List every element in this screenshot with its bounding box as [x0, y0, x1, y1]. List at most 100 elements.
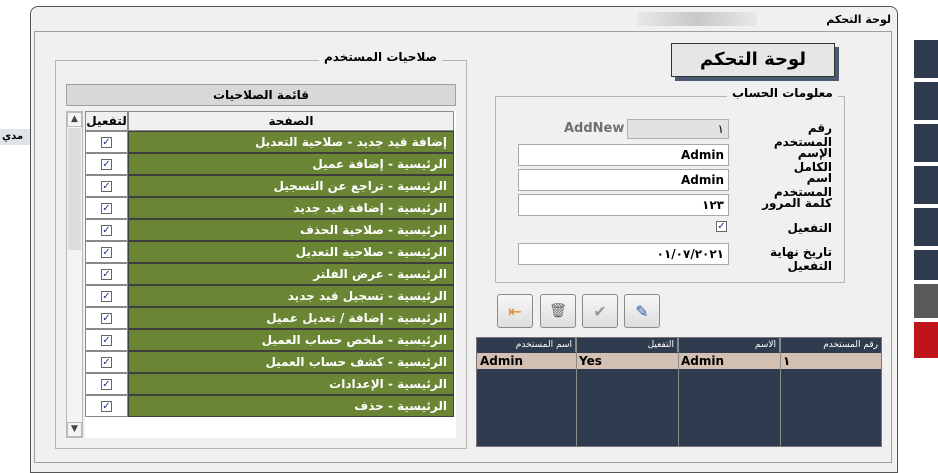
permission-checkbox[interactable]: ✓ [101, 335, 112, 346]
permission-active-cell[interactable]: ✓ [85, 395, 128, 417]
exit-button[interactable]: ⇤ [497, 294, 533, 328]
activation-checkbox[interactable]: ✓ [716, 221, 727, 232]
permission-active-cell[interactable]: ✓ [85, 219, 128, 241]
permission-page-cell[interactable]: الرئيسية - الإعدادات [128, 373, 454, 395]
permission-page-cell[interactable]: الرئيسية - صلاحية التعديل [128, 241, 454, 263]
permission-active-cell[interactable]: ✓ [85, 307, 128, 329]
permission-page-cell[interactable]: الرئيسية - تسجيل قيد جديد [128, 285, 454, 307]
permissions-grid[interactable]: لتفعيل الصفحة ✓ إضافة قيد جديد - صلاحية ا… [85, 111, 456, 438]
permission-active-cell[interactable]: ✓ [85, 175, 128, 197]
permission-active-cell[interactable]: ✓ [85, 241, 128, 263]
table-row[interactable]: ✓ الرئيسية - إضافة قيد جديد [85, 197, 454, 219]
edit-button[interactable]: ✎ [624, 294, 660, 328]
save-check-icon: ✔ [593, 301, 607, 321]
page-title: لوحة التحكم [671, 43, 835, 77]
password-label: كلمة المرور [762, 196, 832, 210]
table-row[interactable]: ✓ الرئيسية - عرض الفلتر [85, 263, 454, 285]
col-header-id[interactable]: رقم المستخدم [780, 338, 881, 352]
permission-checkbox[interactable]: ✓ [101, 313, 112, 324]
table-row[interactable]: ✓ الرئيسية - الإعدادات [85, 373, 454, 395]
username-label: اسم المستخدم [773, 171, 832, 199]
password-field[interactable]: ١٢٣ [518, 194, 729, 216]
edit-pencil-icon: ✎ [635, 301, 649, 321]
permission-active-cell[interactable]: ✓ [85, 263, 128, 285]
table-row[interactable]: ✓ الرئيسية - حذف [85, 395, 454, 417]
permission-active-cell[interactable]: ✓ [85, 131, 128, 153]
permission-page-cell[interactable]: الرئيسية - كشف حساب العميل [128, 351, 454, 373]
side-nav-item[interactable] [914, 124, 938, 162]
permissions-scrollbar[interactable]: ▲ ▼ [66, 111, 83, 438]
permission-page-cell[interactable]: إضافة قيد جديد - صلاحية التعديل [128, 131, 454, 153]
col-header-username[interactable]: اسم المستخدم [477, 338, 576, 352]
permission-checkbox[interactable]: ✓ [101, 137, 112, 148]
table-row[interactable]: ✓ الرئيسية - ملخص حساب العميل [85, 329, 454, 351]
scroll-down-icon[interactable]: ▼ [67, 422, 82, 437]
title-blurred-caption [637, 12, 757, 26]
side-nav-item[interactable] [914, 250, 938, 280]
table-row[interactable]: ✓ الرئيسية - تراجع عن التسجيل [85, 175, 454, 197]
table-row[interactable]: ✓ الرئيسية - كشف حساب العميل [85, 351, 454, 373]
side-nav-item[interactable] [914, 208, 938, 246]
scroll-thumb[interactable] [68, 128, 81, 250]
permission-page-cell[interactable]: الرئيسية - إضافة عميل [128, 153, 454, 175]
table-row[interactable]: ✓ إضافة قيد جديد - صلاحية التعديل [85, 131, 454, 153]
expiry-date-label: تاريخ نهاية التفعيل [770, 245, 832, 273]
table-row[interactable]: ✓ الرئيسية - إضافة / تعديل عميل [85, 307, 454, 329]
permission-checkbox[interactable]: ✓ [101, 357, 112, 368]
username-field[interactable]: Admin [518, 169, 729, 191]
permission-checkbox[interactable]: ✓ [101, 401, 112, 412]
permission-page-cell[interactable]: الرئيسية - حذف [128, 395, 454, 417]
scroll-up-icon[interactable]: ▲ [67, 112, 82, 127]
side-nav-item-red[interactable] [914, 322, 938, 358]
col-header-name[interactable]: الاسم [678, 338, 780, 352]
save-button[interactable]: ✔ [582, 294, 618, 328]
permission-active-cell[interactable]: ✓ [85, 373, 128, 395]
permission-active-cell[interactable]: ✓ [85, 197, 128, 219]
permission-checkbox[interactable]: ✓ [101, 181, 112, 192]
permission-active-cell[interactable]: ✓ [85, 153, 128, 175]
full-name-field[interactable]: Admin [518, 144, 729, 166]
delete-icon: 🗑 [549, 303, 567, 319]
cell-id[interactable]: ١ [780, 353, 881, 369]
side-nav-item[interactable] [914, 40, 938, 78]
expiry-date-field[interactable]: ٠١/٠٧/٢٠٢١ [518, 243, 729, 265]
table-row[interactable]: ✓ الرئيسية - تسجيل قيد جديد [85, 285, 454, 307]
permission-page-cell[interactable]: الرئيسية - تراجع عن التسجيل [128, 175, 454, 197]
permission-checkbox[interactable]: ✓ [101, 225, 112, 236]
full-name-label: الإسم الكامل [793, 146, 832, 174]
permission-checkbox[interactable]: ✓ [101, 269, 112, 280]
table-row[interactable]: ✓ الرئيسية - صلاحية الحذف [85, 219, 454, 241]
permission-page-cell[interactable]: الرئيسية - صلاحية الحذف [128, 219, 454, 241]
cell-username[interactable]: Admin [477, 353, 576, 369]
side-nav-item[interactable] [914, 166, 938, 204]
side-nav-item[interactable] [914, 82, 938, 120]
permissions-list-title: قائمة الصلاحيات [66, 84, 456, 106]
cell-active[interactable]: Yes [576, 353, 678, 369]
col-header-activate[interactable]: لتفعيل [85, 111, 128, 131]
side-nav-item[interactable] [914, 284, 938, 318]
title-bar[interactable]: لوحة التحكم [31, 7, 897, 31]
cell-name[interactable]: Admin [678, 353, 780, 369]
col-header-page[interactable]: الصفحة [128, 111, 454, 131]
table-row[interactable]: ✓ الرئيسية - إضافة عميل [85, 153, 454, 175]
permission-active-cell[interactable]: ✓ [85, 329, 128, 351]
table-row[interactable]: ✓ الرئيسية - صلاحية التعديل [85, 241, 454, 263]
activation-label: التفعيل [787, 221, 832, 235]
account-info-legend: معلومات الحساب [727, 86, 838, 100]
permission-page-cell[interactable]: الرئيسية - ملخص حساب العميل [128, 329, 454, 351]
permission-checkbox[interactable]: ✓ [101, 203, 112, 214]
permission-checkbox[interactable]: ✓ [101, 379, 112, 390]
permission-checkbox[interactable]: ✓ [101, 291, 112, 302]
accounts-grid[interactable]: اسم المستخدم التفعيل الاسم رقم المستخدم … [476, 337, 882, 447]
permission-checkbox[interactable]: ✓ [101, 159, 112, 170]
permission-page-cell[interactable]: الرئيسية - عرض الفلتر [128, 263, 454, 285]
permission-page-cell[interactable]: الرئيسية - إضافة قيد جديد [128, 197, 454, 219]
permission-checkbox[interactable]: ✓ [101, 247, 112, 258]
delete-button[interactable]: 🗑 [540, 294, 576, 328]
col-header-active[interactable]: التفعيل [576, 338, 678, 352]
addnew-label: AddNew [564, 121, 625, 136]
permission-active-cell[interactable]: ✓ [85, 351, 128, 373]
user-number-field[interactable]: ١ [627, 119, 729, 139]
permission-active-cell[interactable]: ✓ [85, 285, 128, 307]
permission-page-cell[interactable]: الرئيسية - إضافة / تعديل عميل [128, 307, 454, 329]
